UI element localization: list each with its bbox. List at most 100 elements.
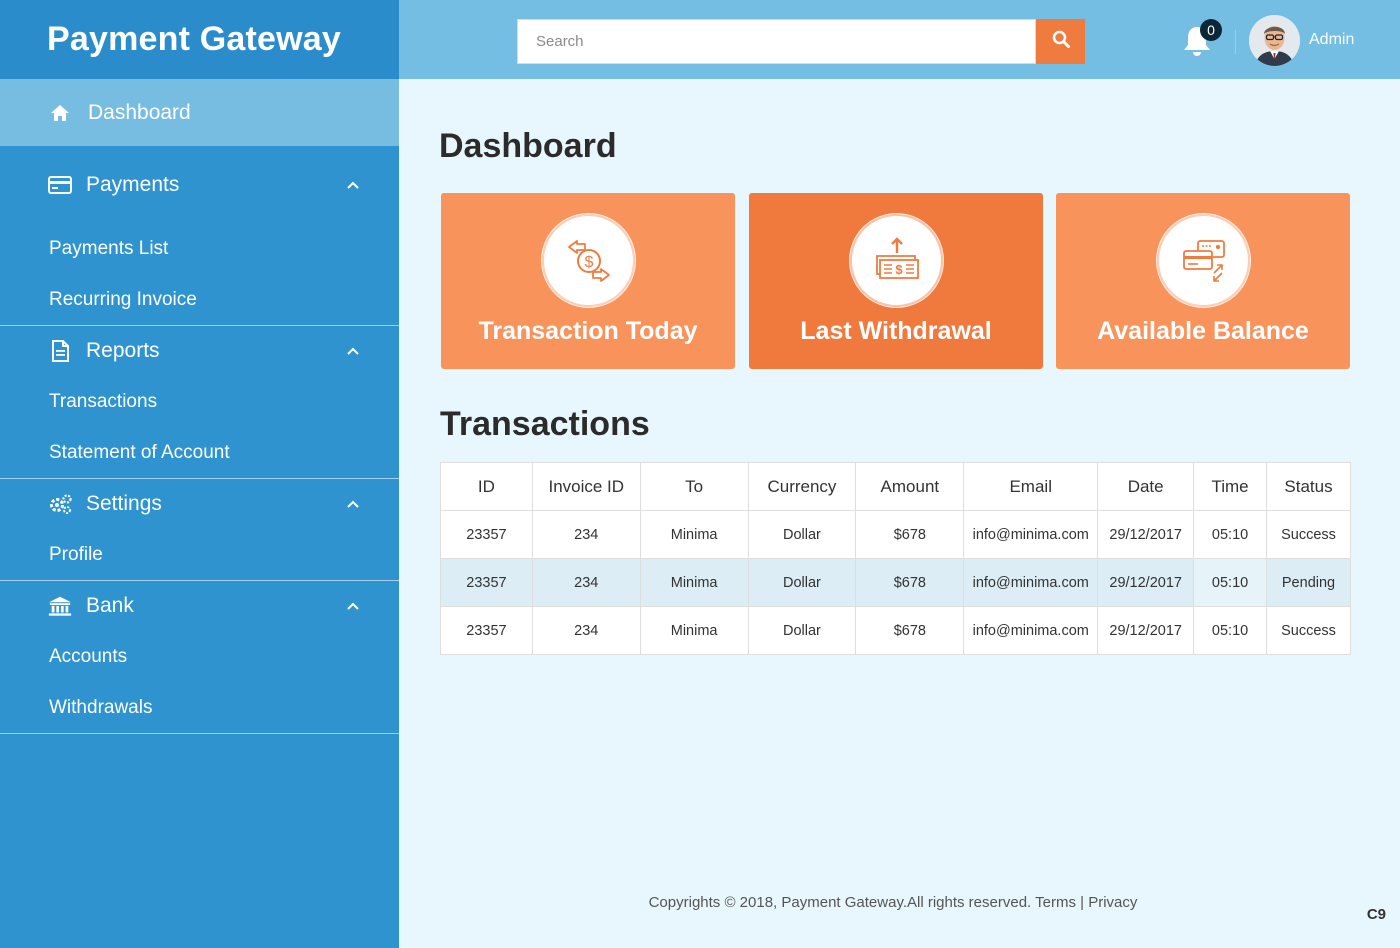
cell-status: Pending [1266,558,1351,607]
sidebar-section-payments: Payments Payments List Recurring Invoice [0,146,399,326]
footer: Copyrights © 2018, Payment Gateway.All r… [399,894,1387,911]
cell-id: 23357 [440,606,533,655]
search-input[interactable] [517,19,1036,64]
table-row[interactable]: 23357 234 Minima Dollar $678 info@minima… [440,606,1351,655]
cell-amount: $678 [855,606,965,655]
table-row[interactable]: 23357 234 Minima Dollar $678 info@minima… [440,558,1351,607]
footer-separator: | [1080,894,1085,911]
cell-email: info@minima.com [963,510,1099,559]
card-label: Last Withdrawal [800,317,992,345]
brand-header: Payment Gateway [0,0,399,79]
topbar: 0 Admin [399,0,1400,79]
sidebar-item-dashboard[interactable]: Dashboard [0,79,399,146]
cell-time: 05:10 [1193,558,1268,607]
withdraw-cash-icon: $ [852,216,941,305]
cell-email: info@minima.com [963,606,1099,655]
gears-icon [48,492,72,516]
cell-to: Minima [639,510,749,559]
cell-email: info@minima.com [963,558,1099,607]
chevron-up-icon[interactable] [345,496,361,512]
cell-currency: Dollar [747,510,857,559]
chevron-up-icon[interactable] [345,598,361,614]
transactions-table: ID Invoice ID To Currency Amount Email D… [440,462,1351,655]
card-label: Available Balance [1097,317,1309,345]
column-header-amount[interactable]: Amount [855,462,965,511]
footer-privacy-link[interactable]: Privacy [1088,894,1137,911]
cell-status: Success [1266,606,1351,655]
cell-to: Minima [639,558,749,607]
cell-date: 29/12/2017 [1097,558,1195,607]
sidebar-item-withdrawals[interactable]: Withdrawals [0,682,399,733]
cell-id: 23357 [440,558,533,607]
sidebar-item-transactions[interactable]: Transactions [0,376,399,427]
column-header-to[interactable]: To [639,462,749,511]
cell-invoice-id: 234 [531,558,641,607]
column-header-invoice-id[interactable]: Invoice ID [531,462,641,511]
sidebar-item-statement-of-account[interactable]: Statement of Account [0,427,399,478]
transactions-title: Transactions [440,405,650,443]
chevron-up-icon[interactable] [345,177,361,193]
home-icon [48,101,72,125]
column-header-time[interactable]: Time [1193,462,1268,511]
column-header-date[interactable]: Date [1097,462,1195,511]
column-header-status[interactable]: Status [1266,462,1351,511]
credit-card-icon [48,173,72,197]
sidebar-item-label: Bank [86,594,134,617]
topbar-divider [1235,30,1236,54]
cell-amount: $678 [855,510,965,559]
sidebar-item-label: Dashboard [88,100,191,124]
cell-date: 29/12/2017 [1097,510,1195,559]
card-available-balance[interactable]: Available Balance [1056,193,1350,369]
sidebar-item-recurring-invoice[interactable]: Recurring Invoice [0,274,399,325]
sidebar-item-label: Settings [86,492,162,515]
table-row[interactable]: 23357 234 Minima Dollar $678 info@minima… [440,510,1351,559]
cell-currency: Dollar [747,606,857,655]
sidebar-item-payments-list[interactable]: Payments List [0,223,399,274]
page-title: Dashboard [439,127,617,165]
chevron-up-icon[interactable] [345,343,361,359]
cell-status: Success [1266,510,1351,559]
cell-currency: Dollar [747,558,857,607]
table-header-row: ID Invoice ID To Currency Amount Email D… [440,462,1351,511]
sidebar-item-reports[interactable]: Reports [0,326,399,376]
column-header-currency[interactable]: Currency [747,462,857,511]
sidebar-item-label: Reports [86,339,160,362]
sidebar: Payment Gateway Dashboard Payments Payme… [0,0,399,948]
cell-invoice-id: 234 [531,510,641,559]
footer-terms-link[interactable]: Terms [1035,894,1076,911]
sidebar-item-bank[interactable]: Bank [0,581,399,631]
document-icon [48,339,72,363]
avatar[interactable] [1249,15,1300,66]
card-label: Transaction Today [478,317,698,345]
sidebar-item-profile[interactable]: Profile [0,529,399,580]
sidebar-item-accounts[interactable]: Accounts [0,631,399,682]
brand-title: Payment Gateway [47,20,342,58]
sidebar-item-label: Payments [86,172,180,196]
corner-label: C9 [1366,906,1386,923]
search-button[interactable] [1036,19,1085,64]
cell-to: Minima [639,606,749,655]
bank-icon [48,594,72,618]
sidebar-section-bank: Bank Accounts Withdrawals [0,581,399,734]
cell-invoice-id: 234 [531,606,641,655]
user-name[interactable]: Admin [1309,31,1354,49]
cell-id: 23357 [440,510,533,559]
svg-text:$: $ [584,254,593,271]
cards-transfer-icon [1159,216,1248,305]
footer-copyright: Copyrights © 2018, Payment Gateway.All r… [648,894,1032,911]
column-header-email[interactable]: Email [963,462,1099,511]
sidebar-item-payments[interactable]: Payments [0,146,399,223]
sidebar-section-reports: Reports Transactions Statement of Accoun… [0,326,399,479]
svg-text:$: $ [895,262,903,277]
cell-time: 05:10 [1193,510,1268,559]
column-header-id[interactable]: ID [440,462,533,511]
card-last-withdrawal[interactable]: $ Last Withdrawal [749,193,1043,369]
sidebar-item-settings[interactable]: Settings [0,479,399,529]
exchange-dollar-icon: $ [544,216,633,305]
cell-time: 05:10 [1193,606,1268,655]
sidebar-section-settings: Settings Profile [0,479,399,581]
card-transaction-today[interactable]: $ Transaction Today [441,193,735,369]
notification-count-badge: 0 [1200,19,1222,41]
cell-date: 29/12/2017 [1097,606,1195,655]
cell-amount: $678 [855,558,965,607]
